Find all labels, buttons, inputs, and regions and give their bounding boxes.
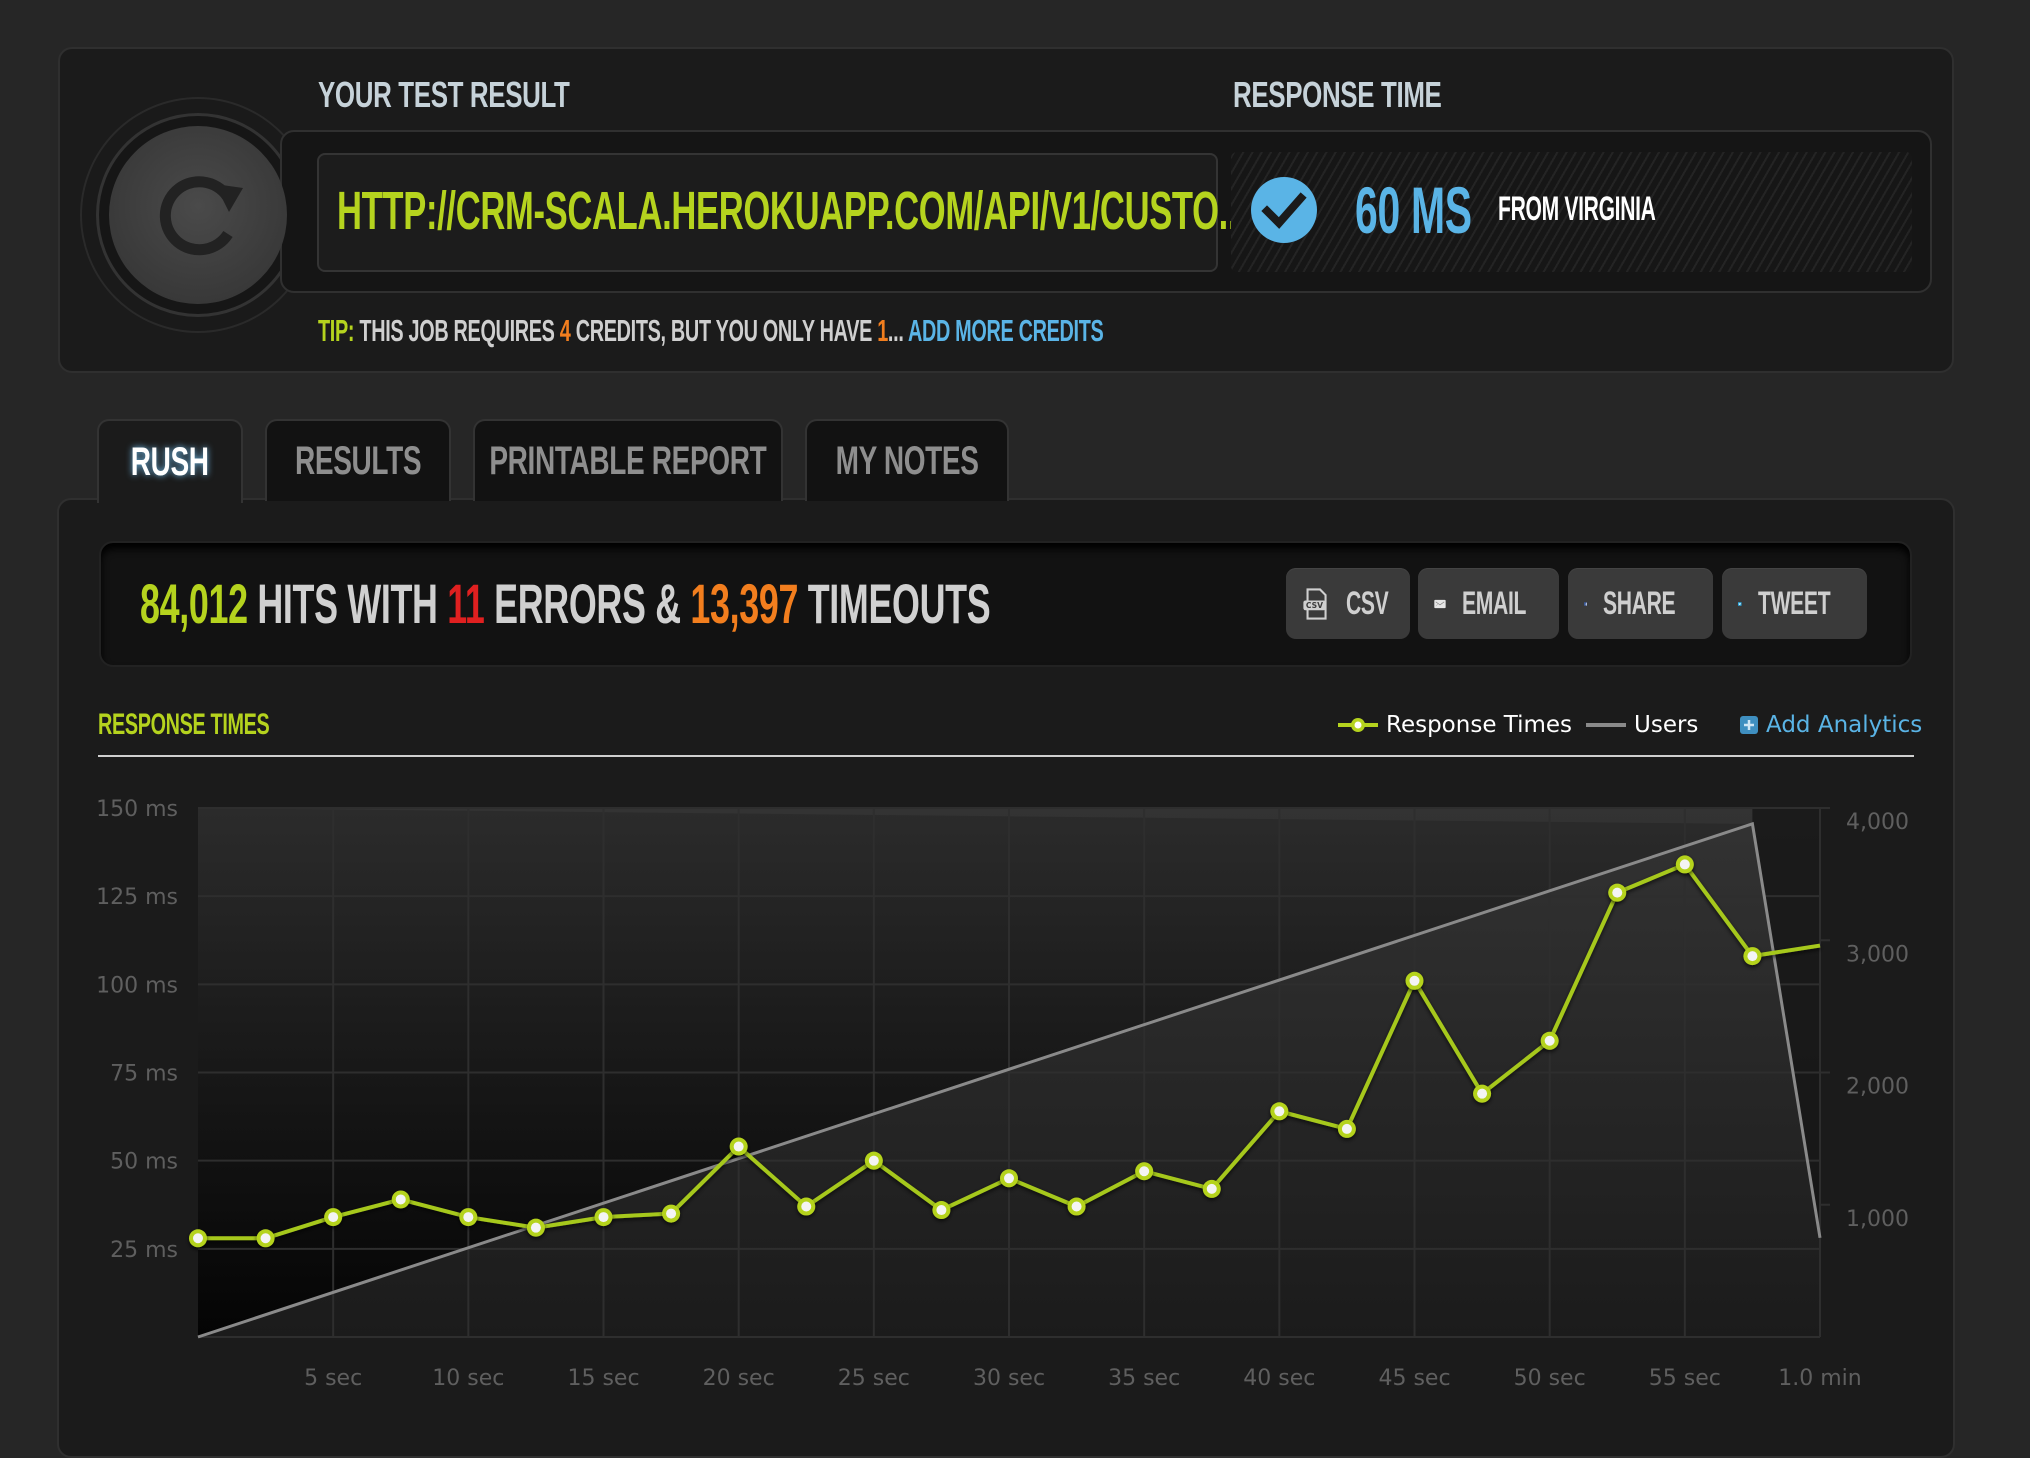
response-time-point-center xyxy=(260,1233,271,1244)
response-time-point-center xyxy=(936,1205,947,1216)
x-tick-label: 5 sec xyxy=(304,1366,362,1391)
x-tick-label: 15 sec xyxy=(567,1366,639,1391)
y-left-tick-label: 50 ms xyxy=(110,1150,178,1175)
y-left-tick-label: 25 ms xyxy=(110,1238,178,1263)
y-left-tick-label: 125 ms xyxy=(96,885,178,910)
y-left-tick-label: 100 ms xyxy=(96,973,178,998)
x-tick-label: 30 sec xyxy=(973,1366,1045,1391)
response-time-point-center xyxy=(1747,951,1758,962)
response-time-point-center xyxy=(868,1155,879,1166)
response-time-point-center xyxy=(1409,975,1420,986)
x-tick-label: 35 sec xyxy=(1108,1366,1180,1391)
response-time-point-center xyxy=(1071,1201,1082,1212)
y-right-tick-label: 3,000 xyxy=(1846,942,1909,967)
response-time-point-center xyxy=(395,1194,406,1205)
y-right-tick-label: 2,000 xyxy=(1846,1075,1909,1100)
x-tick-label: 50 sec xyxy=(1514,1366,1586,1391)
response-time-point-center xyxy=(598,1212,609,1223)
response-time-point-center xyxy=(1004,1173,1014,1184)
response-time-point-center xyxy=(1679,859,1690,870)
x-tick-label: 55 sec xyxy=(1649,1366,1721,1391)
response-time-point-center xyxy=(463,1212,474,1223)
x-tick-label: 40 sec xyxy=(1243,1366,1315,1391)
response-time-point-center xyxy=(1139,1166,1150,1177)
y-left-tick-label: 75 ms xyxy=(110,1062,178,1087)
x-tick-label: 20 sec xyxy=(703,1366,775,1391)
response-time-point-center xyxy=(1274,1106,1285,1117)
x-tick-label: 10 sec xyxy=(432,1366,504,1391)
response-time-point-center xyxy=(666,1208,677,1219)
response-time-point-center xyxy=(801,1201,812,1212)
response-time-point-center xyxy=(1477,1088,1488,1099)
response-time-point-center xyxy=(193,1233,203,1244)
y-left-tick-label: 150 ms xyxy=(96,797,178,822)
y-right-tick-label: 1,000 xyxy=(1846,1207,1909,1232)
response-time-point-center xyxy=(1612,887,1623,898)
tab-label: RUSH xyxy=(131,439,209,484)
x-tick-label: 25 sec xyxy=(838,1366,910,1391)
tab-rush[interactable]: RUSH xyxy=(97,419,243,503)
x-tick-label: 1.0 min xyxy=(1778,1366,1861,1391)
y-right-tick-label: 4,000 xyxy=(1846,810,1909,835)
response-time-point-center xyxy=(328,1212,339,1223)
response-time-point-center xyxy=(1341,1123,1352,1134)
response-time-point-center xyxy=(1206,1183,1217,1194)
response-times-chart: 25 ms 50 ms 75 ms 100 ms 125 ms 150 ms 1,000 2,… xyxy=(96,797,1909,1391)
x-tick-label: 45 sec xyxy=(1378,1366,1450,1391)
response-time-point-center xyxy=(1544,1035,1555,1046)
response-time-point-center xyxy=(530,1222,541,1233)
response-time-point-center xyxy=(733,1141,744,1152)
